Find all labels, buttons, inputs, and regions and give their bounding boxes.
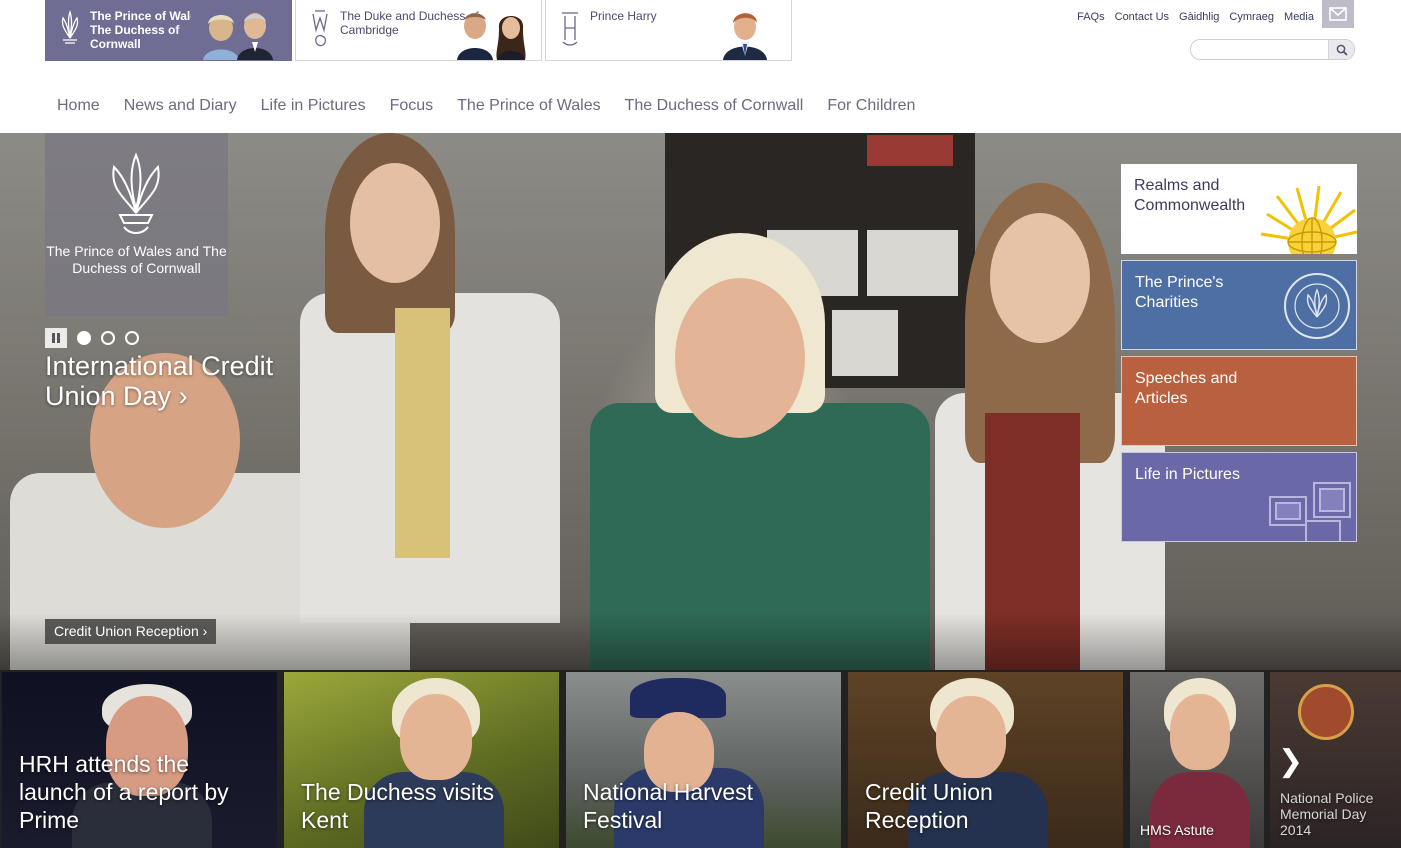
tile-title: National Police Memorial Day 2014 (1280, 790, 1374, 838)
panel-label: Speeches and Articles (1135, 370, 1238, 407)
media-link[interactable]: Media (1284, 11, 1314, 23)
realms-commonwealth-panel[interactable]: Realms and Commonwealth (1121, 164, 1357, 254)
tile-figure (400, 694, 472, 780)
hero-slideshow: The Prince of Wales and The Duchess of C… (0, 133, 1401, 670)
girl-right-face (990, 213, 1090, 343)
crest-box[interactable]: The Prince of Wales and The Duchess of C… (45, 133, 228, 316)
slide-dot-3[interactable] (125, 331, 139, 345)
slide-dot-1[interactable] (77, 331, 91, 345)
gaidhlig-link[interactable]: Gàidhlig (1179, 11, 1219, 23)
hero-caption: Credit Union Reception (54, 623, 199, 639)
news-tile[interactable]: HRH attends the launch of a report by Pr… (2, 672, 277, 848)
tiles-next-button[interactable]: ❯ (1278, 744, 1303, 779)
search-button[interactable] (1328, 40, 1354, 59)
tile-title: Credit Union Reception (865, 779, 993, 833)
hero-title-link[interactable]: International Credit Union Day › (45, 351, 315, 411)
board-photo (865, 228, 960, 298)
cambridge-cipher-icon (312, 10, 328, 47)
prince-feathers-crest-icon (61, 9, 79, 44)
slide-dot-2[interactable] (101, 331, 115, 345)
hero-caption-link[interactable]: Credit Union Reception › (45, 619, 217, 644)
panel-label: Realms and Commonwealth (1134, 177, 1246, 214)
royal-couple-portrait (191, 6, 285, 60)
prince-harry-portrait (723, 13, 767, 60)
board-photo (830, 308, 900, 378)
nav-home[interactable]: Home (45, 96, 112, 116)
contact-us-link[interactable]: Contact Us (1115, 11, 1169, 23)
panel-label: Life in Pictures (1135, 466, 1240, 483)
tab-prince-of-wales-duchess-of-cornwall[interactable]: The Prince of Wales and The Duchess of C… (45, 0, 292, 61)
nav-duchess-of-cornwall[interactable]: The Duchess of Cornwall (613, 96, 816, 116)
pause-button[interactable] (45, 328, 67, 348)
nav-prince-of-wales[interactable]: The Prince of Wales (445, 96, 612, 116)
magnifier-icon (1336, 44, 1348, 56)
tile-figure (936, 696, 1006, 778)
search-input[interactable] (1199, 40, 1339, 59)
nav-for-children[interactable]: For Children (815, 96, 927, 116)
girl-face (350, 163, 440, 283)
chevron-right-icon: › (178, 381, 188, 411)
tile-title: The Duchess visits Kent (301, 779, 495, 833)
prince-of-wales-feathers-icon (112, 152, 160, 234)
princes-charities-seal-icon (1284, 273, 1350, 339)
chevron-right-icon: ❯ (1278, 744, 1304, 779)
board-photo (865, 133, 955, 168)
envelope-icon (1329, 7, 1347, 21)
cymraeg-link[interactable]: Cymraeg (1229, 11, 1274, 23)
life-in-pictures-panel[interactable]: Life in Pictures (1121, 452, 1357, 542)
nav-life-in-pictures[interactable]: Life in Pictures (249, 96, 378, 116)
tab-duke-duchess-of-cambridge[interactable]: The Duke and Duchess of Cambridge (295, 0, 542, 61)
news-tile[interactable]: Credit Union Reception (848, 672, 1123, 848)
picture-frames-icon (1269, 482, 1351, 541)
tile-title: National Harvest Festival (583, 779, 754, 833)
nav-news-and-diary[interactable]: News and Diary (112, 96, 249, 116)
mail-button[interactable] (1322, 0, 1354, 28)
news-tile[interactable]: HMS Astute (1130, 672, 1264, 848)
crest-label: The Prince of Wales and The Duchess of C… (46, 243, 227, 276)
main-navigation: Home News and Diary Life in Pictures Foc… (45, 96, 927, 116)
hero-title: International Credit Union Day (45, 351, 274, 411)
royal-household-tabs: The Prince of Wales and The Duchess of C… (45, 0, 792, 61)
harry-cipher-icon (562, 12, 578, 46)
faqs-link[interactable]: FAQs (1077, 11, 1105, 23)
news-tile[interactable]: National Harvest Festival (566, 672, 841, 848)
princes-charities-panel[interactable]: The Prince's Charities (1121, 260, 1357, 350)
gold-tie (395, 308, 450, 558)
speeches-articles-panel[interactable]: Speeches and Articles (1121, 356, 1357, 446)
tile-title: HMS Astute (1140, 822, 1214, 838)
panel-label: The Prince's Charities (1135, 274, 1224, 311)
duke-duchess-cambridge-portrait (457, 13, 526, 60)
slider-controls (45, 328, 139, 348)
tab-prince-harry[interactable]: Prince Harry (545, 0, 792, 61)
search-box (1190, 39, 1355, 60)
utility-links: FAQs Contact Us Gàidhlig Cymraeg Media (1077, 11, 1314, 23)
nav-focus[interactable]: Focus (378, 96, 446, 116)
pause-icon (52, 333, 60, 343)
tile-title: HRH attends the launch of a report by Pr… (19, 751, 229, 833)
news-tiles-strip: HRH attends the launch of a report by Pr… (0, 670, 1401, 848)
news-tile[interactable]: The Duchess visits Kent (284, 672, 559, 848)
chevron-right-icon: › (202, 623, 208, 639)
tile-figure (1298, 684, 1354, 740)
duchess-face (675, 278, 805, 438)
tile-figure (1170, 694, 1230, 770)
